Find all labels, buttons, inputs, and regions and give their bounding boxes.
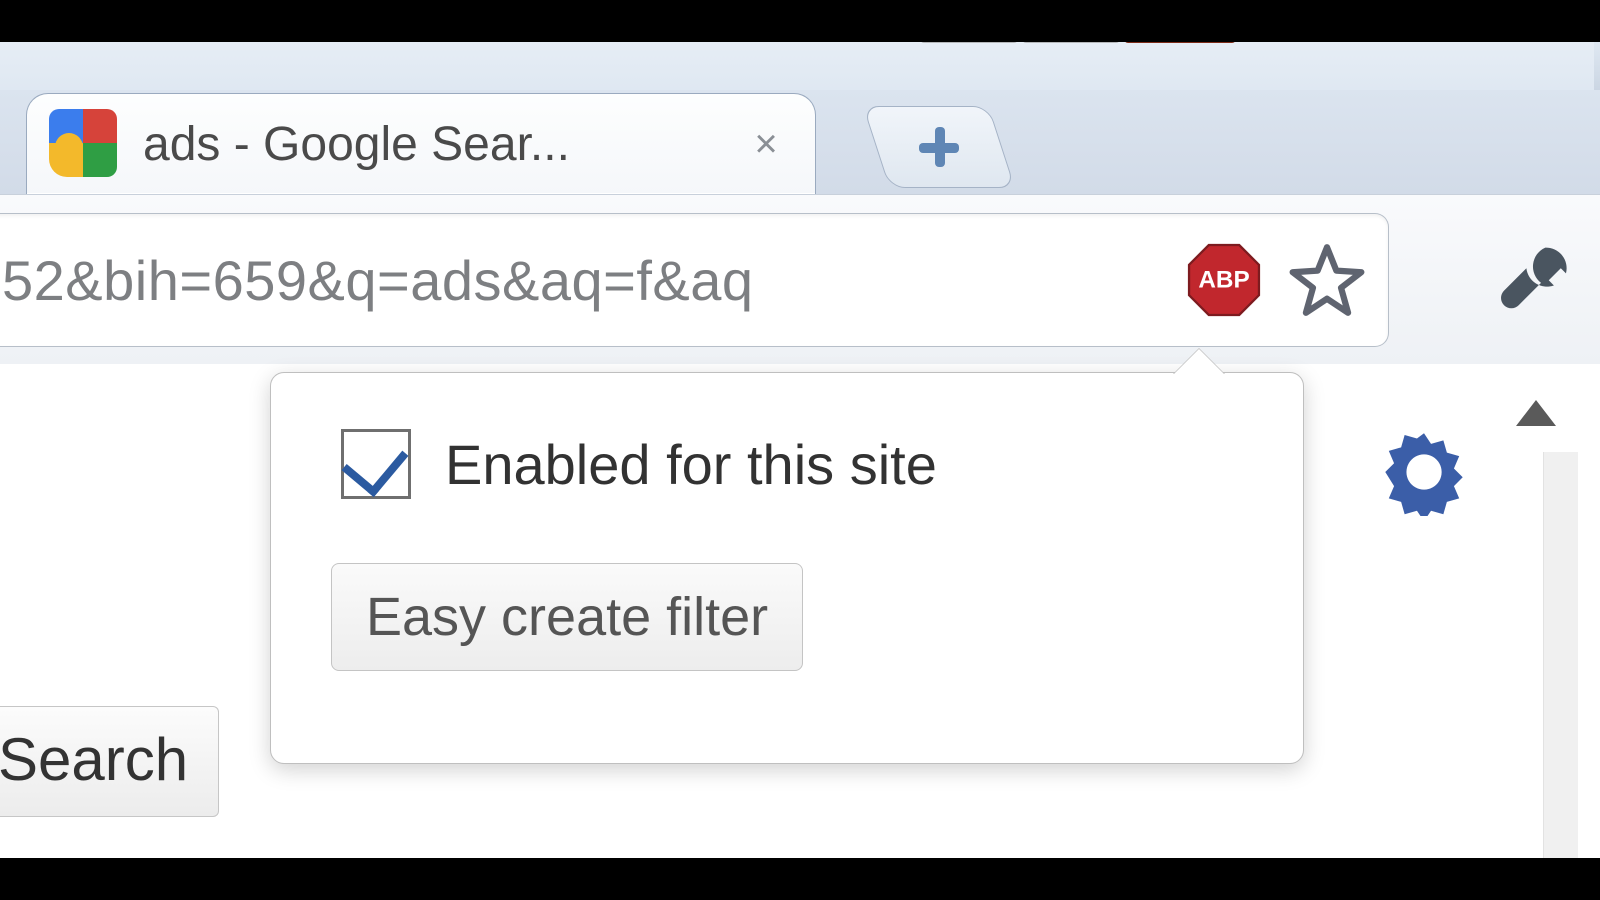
window-right-edge: [1594, 42, 1600, 90]
easy-create-filter-label: Easy create filter: [366, 587, 768, 647]
new-tab-button[interactable]: [863, 106, 1016, 188]
search-button-label: Search: [0, 726, 188, 793]
address-bar-text: 52&bih=659&q=ads&aq=f&aq: [0, 248, 1172, 313]
scrollbar-up-icon[interactable]: [1516, 400, 1556, 426]
google-favicon-icon: [49, 109, 119, 179]
scrollbar-track[interactable]: [1543, 452, 1578, 858]
plus-icon: [917, 125, 961, 169]
svg-text:ABP: ABP: [1198, 267, 1249, 294]
address-bar[interactable]: 52&bih=659&q=ads&aq=f&aq ABP: [0, 213, 1389, 347]
abp-extension-icon[interactable]: ABP: [1186, 242, 1262, 318]
page-content: Search Enabled for this site Easy create…: [0, 364, 1600, 858]
easy-create-filter-button[interactable]: Easy create filter: [331, 563, 803, 671]
wrench-menu-icon[interactable]: [1492, 239, 1578, 325]
popup-enabled-row: Enabled for this site: [341, 429, 937, 499]
search-button[interactable]: Search: [0, 706, 219, 817]
page-settings-gear-icon[interactable]: [1380, 428, 1468, 516]
address-bar-icons: ABP: [1172, 241, 1388, 319]
bookmark-star-icon[interactable]: [1288, 241, 1366, 319]
window-minimize-button[interactable]: [920, 42, 1018, 43]
window-close-button[interactable]: [1124, 42, 1236, 43]
tab-title: ads - Google Sear...: [143, 117, 729, 172]
browser-window: ads - Google Sear... × 52&bih=659&q=ads&…: [0, 42, 1600, 858]
tab-active[interactable]: ads - Google Sear... ×: [26, 93, 816, 194]
enabled-for-site-label: Enabled for this site: [445, 432, 937, 497]
enabled-for-site-checkbox[interactable]: [341, 429, 411, 499]
tab-strip: ads - Google Sear... ×: [0, 90, 1600, 194]
window-maximize-button[interactable]: [1022, 42, 1120, 43]
tab-close-icon[interactable]: ×: [743, 121, 789, 167]
abp-popup: Enabled for this site Easy create filter: [270, 372, 1304, 764]
popup-arrow-icon: [1173, 349, 1225, 375]
browser-toolbar: 52&bih=659&q=ads&aq=f&aq ABP: [0, 194, 1600, 366]
letterbox-bottom: [0, 858, 1600, 900]
window-titlebar: [0, 42, 1600, 91]
letterbox-top: [0, 0, 1600, 42]
